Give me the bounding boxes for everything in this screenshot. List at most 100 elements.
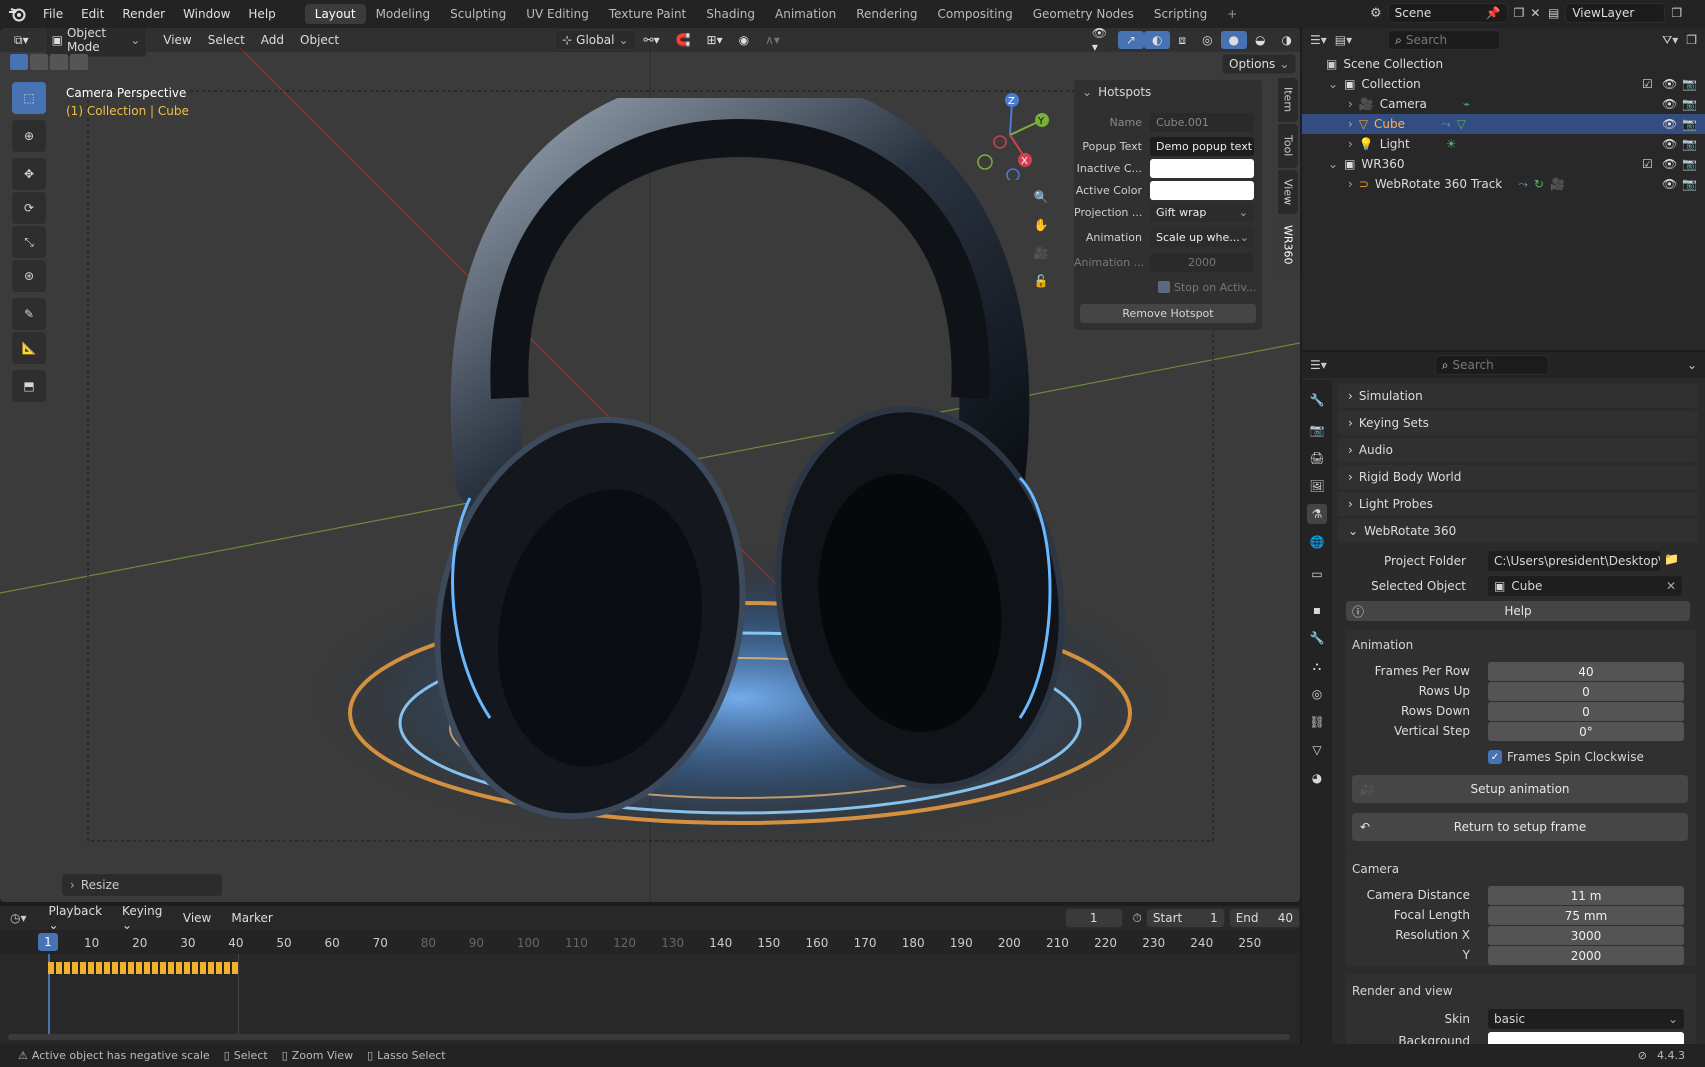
checkbox-icon[interactable]: ☑ [1642,157,1653,171]
resolution-x-field[interactable]: 3000 [1488,926,1684,945]
new-collection-icon[interactable]: ❐ [1686,33,1697,47]
eye-icon[interactable]: 👁 [1662,97,1677,111]
menu-help[interactable]: Help [239,7,284,21]
tab-view[interactable]: View [1278,170,1298,214]
eye-icon[interactable]: 👁 [1662,77,1677,91]
last-operator-panel[interactable]: › Resize [62,874,222,896]
checkbox-icon[interactable]: ☑ [1642,77,1653,91]
camera-render-icon[interactable]: 📷 [1682,77,1697,91]
menu-object[interactable]: Object [292,31,347,49]
add-cube-tool[interactable]: ⬒ [12,370,46,402]
viewlayer-field[interactable]: ViewLayer [1565,3,1666,23]
mode-dropdown[interactable]: ▣ Object Mode ⌄ [44,28,148,57]
tab-shading[interactable]: Shading [696,4,765,24]
navigation-gizmo[interactable]: Z Y X [970,90,1050,180]
section-webrotate-360[interactable]: ⌄ WebRotate 360 [1338,519,1698,543]
section-simulation[interactable]: › Simulation [1338,384,1698,408]
tab-texture-paint[interactable]: Texture Paint [599,4,696,24]
eye-icon[interactable]: 👁 [1662,177,1677,191]
outliner-row-wr360[interactable]: ⌄ ▣ WR360 ☑ 👁 📷 [1302,154,1705,174]
menu-file[interactable]: File [34,7,72,21]
animation-dropdown[interactable]: Scale up whe... ⌄ [1150,227,1254,247]
setup-animation-button[interactable]: 🎥 Setup animation [1352,775,1688,803]
editor-type-icon[interactable]: ◷▾ [10,911,27,925]
measure-tool[interactable]: 📐 [12,332,46,364]
tab-scripting[interactable]: Scripting [1144,4,1217,24]
cursor-tool[interactable]: ⊕ [12,120,46,152]
end-frame-field[interactable]: End 40 [1228,908,1300,928]
particles-tab-icon[interactable]: ⛬ [1307,656,1327,676]
name-field[interactable]: Cube.001 [1150,112,1254,132]
scale-tool[interactable]: ⤡ [12,226,46,258]
view-layer-tab-icon[interactable]: 🖼 [1307,476,1327,496]
camera-render-icon[interactable]: 📷 [1682,177,1697,191]
scene-tab-icon[interactable]: ⚗ [1307,504,1327,524]
tab-compositing[interactable]: Compositing [927,4,1022,24]
tab-tool[interactable]: Tool [1278,124,1298,168]
help-button[interactable]: ⓘ Help [1346,601,1690,621]
projection-dropdown[interactable]: Gift wrap ⌄ [1150,202,1254,222]
new-viewlayer-icon[interactable]: ❐ [1671,6,1682,20]
remove-hotspot-button[interactable]: Remove Hotspot [1080,304,1256,323]
stopwatch-icon[interactable]: ⏱ [1133,911,1142,926]
material-tab-icon[interactable]: ◕ [1307,768,1327,788]
popup-text-field[interactable]: Demo popup text [1150,136,1254,156]
outliner-row-scene-collection[interactable]: ▣ Scene Collection [1302,54,1705,74]
tab-geometry-nodes[interactable]: Geometry Nodes [1023,4,1144,24]
menu-edit[interactable]: Edit [72,7,113,21]
menu-window[interactable]: Window [174,7,239,21]
filter-icon[interactable]: ⛛▾ [1662,33,1678,48]
properties-search[interactable]: ⌕ Search [1434,355,1549,375]
folder-icon[interactable]: 📁 [1664,552,1679,566]
current-frame-field[interactable]: 1 [1064,908,1123,928]
project-folder-field[interactable]: C:\Users\president\Desktop\T... [1488,551,1660,571]
tab-item[interactable]: Item [1278,78,1298,122]
snap-target-icon[interactable]: ⊞▾ [699,31,731,49]
pin-icon[interactable]: 📌 [1486,6,1501,20]
viewlayer-icon[interactable]: ▤ [1548,6,1559,20]
tab-modeling[interactable]: Modeling [366,4,441,24]
snap-icon[interactable]: 🧲 [668,31,699,49]
active-color-swatch[interactable] [1150,180,1254,200]
camera-render-icon[interactable]: 📷 [1682,157,1697,171]
editor-type-icon[interactable]: ☰▾ [1310,33,1327,47]
stop-on-active-row[interactable]: Stop on Activ... [1074,277,1262,297]
menu-select[interactable]: Select [200,31,253,49]
orientation-dropdown[interactable]: ⊹ Global ⌄ [555,30,636,50]
data-tab-icon[interactable]: ▽ [1307,740,1327,760]
outliner-row-light[interactable]: › 💡 Light ☀ 👁 📷 [1302,134,1705,154]
transform-tool[interactable]: ⊛ [12,260,46,292]
lock-view-icon[interactable]: 🔓 [1028,268,1054,294]
outliner-row-cube[interactable]: › ▽ Cube ⤳ ▽ 👁 📷 [1302,114,1705,134]
zoom-view-icon[interactable]: 🔍 [1028,184,1054,210]
hotspots-header[interactable]: ⌄ Hotspots [1074,82,1262,102]
keyframes-strip[interactable] [48,962,238,974]
constraints-tab-icon[interactable]: ⛓ [1307,712,1327,732]
options-dropdown[interactable]: Options ⌄ [1222,54,1297,74]
collection-tab-icon[interactable]: ▭ [1307,564,1327,584]
scene-icon[interactable]: ⚙ [1370,6,1382,21]
camera-distance-field[interactable]: 11 m [1488,886,1684,905]
rendered-shading-icon[interactable]: ◑ [1274,31,1300,49]
menu-render[interactable]: Render [113,7,174,21]
start-frame-field[interactable]: Start 1 [1145,908,1225,928]
scene-field[interactable]: Scene 📌 [1387,3,1508,23]
outliner-row-collection[interactable]: ⌄ ▣ Collection ☑ 👁 📷 [1302,74,1705,94]
tab-layout[interactable]: Layout [304,4,366,24]
animation-duration-field[interactable]: 2000 [1150,252,1254,272]
physics-tab-icon[interactable]: ◎ [1307,684,1327,704]
blender-logo-icon[interactable] [0,0,34,28]
select-subtract-icon[interactable] [50,54,68,70]
visibility-icon[interactable]: 👁▾ [1084,28,1118,56]
select-intersect-icon[interactable] [70,54,88,70]
tool-tab-icon[interactable]: 🔧 [1307,390,1327,410]
display-mode-icon[interactable]: ▤▾ [1335,33,1352,47]
add-workspace-icon[interactable]: + [1217,4,1247,24]
menu-add[interactable]: Add [253,31,292,49]
tab-rendering[interactable]: Rendering [846,4,927,24]
eye-icon[interactable]: 👁 [1662,137,1677,151]
menu-view[interactable]: View [155,31,199,49]
overlay-toggle-icon[interactable]: ◐ [1143,31,1171,49]
outliner-search[interactable]: ⌕ Search [1388,30,1501,50]
output-tab-icon[interactable]: 🖨 [1307,448,1327,468]
